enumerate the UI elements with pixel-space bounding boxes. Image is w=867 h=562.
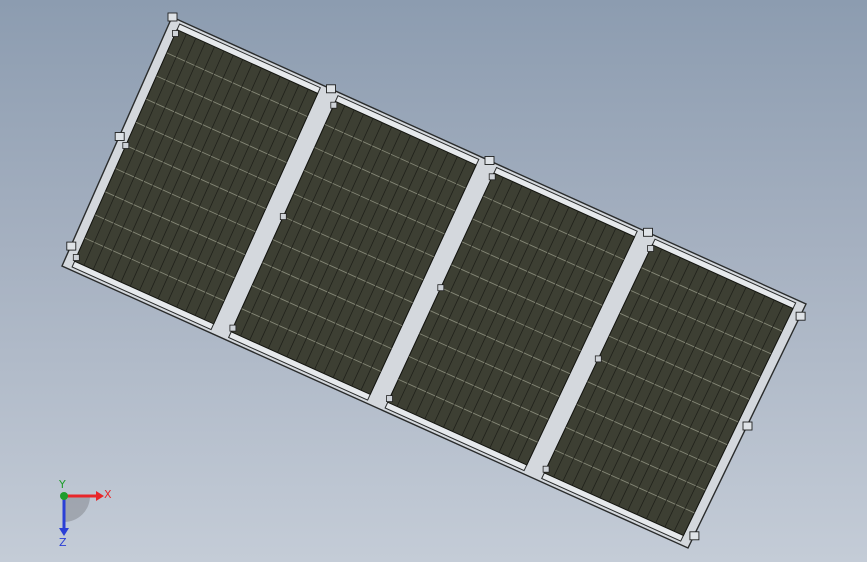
left-end-bracket xyxy=(114,132,125,141)
top-rail-bracket xyxy=(484,156,495,165)
panel-array[interactable] xyxy=(61,12,807,549)
top-rail-bracket xyxy=(326,84,336,94)
y-axis-label: Y xyxy=(58,480,66,491)
y-axis-dot xyxy=(60,492,68,500)
right-end-bracket xyxy=(742,421,753,431)
solar-panel-array-model[interactable] xyxy=(0,0,867,562)
mounting-clamp xyxy=(330,101,338,109)
mounting-clamp xyxy=(488,173,496,181)
z-axis-arrowhead xyxy=(59,528,69,536)
triad-shade-wedge xyxy=(64,496,90,522)
mounting-clamp xyxy=(386,395,393,403)
right-end-bracket xyxy=(689,531,700,541)
mounting-clamp xyxy=(647,245,654,252)
z-axis-label: Z xyxy=(59,536,67,549)
left-end-bracket xyxy=(167,12,178,22)
top-rail-bracket xyxy=(643,227,653,237)
mounting-clamp xyxy=(122,142,130,149)
mounting-clamp xyxy=(279,213,287,221)
graphics-viewport[interactable]: X Y Z xyxy=(0,0,867,562)
axis-triad: X Y Z xyxy=(58,480,112,549)
left-end-bracket xyxy=(66,241,77,251)
mounting-clamp xyxy=(594,355,602,363)
x-axis-label: X xyxy=(104,488,112,501)
mounting-clamp xyxy=(437,284,445,292)
right-end-bracket xyxy=(795,311,806,321)
mounting-clamp xyxy=(229,324,237,332)
mounting-clamp xyxy=(171,30,179,37)
mounting-clamp xyxy=(72,254,80,261)
mounting-clamp xyxy=(542,465,550,473)
x-axis-arrowhead xyxy=(96,491,104,501)
